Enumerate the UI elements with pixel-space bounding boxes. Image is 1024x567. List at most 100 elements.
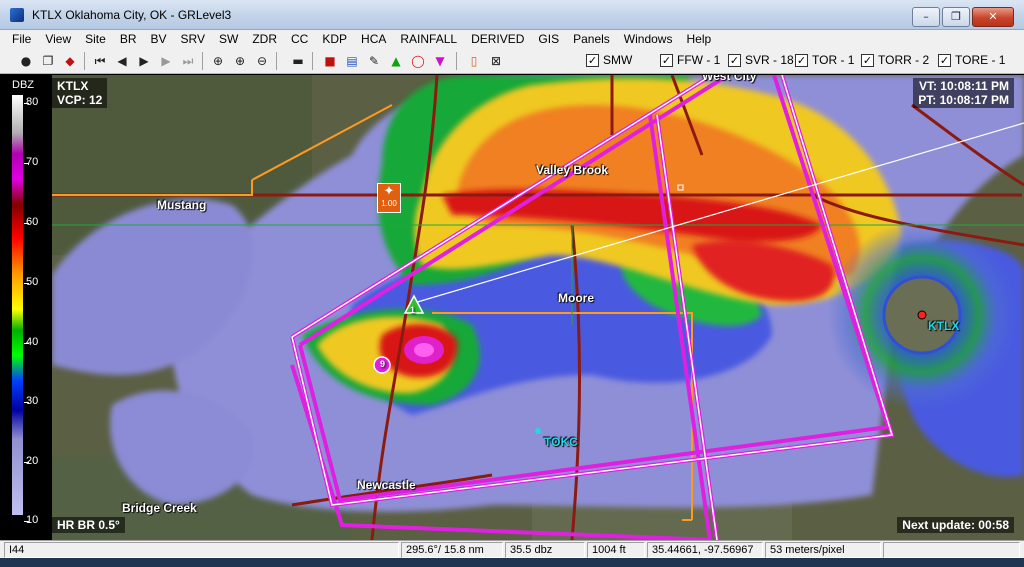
copy-icon[interactable]: ❐ <box>40 53 56 69</box>
minimize-button[interactable]: – <box>912 7 940 27</box>
scale-tick: 80 <box>26 96 39 108</box>
menu-br[interactable]: BR <box>120 32 137 46</box>
tore-label: TORE - 1 <box>955 53 1006 67</box>
checkbox-icon[interactable]: ✓ <box>795 53 808 67</box>
menu-hca[interactable]: HCA <box>361 32 386 46</box>
menu-bar: File View Site BR BV SRV SW ZDR CC KDP H… <box>0 30 1024 48</box>
product-time: PT: 10:08:17 PM <box>918 93 1009 107</box>
step-back-icon[interactable]: ◀ <box>114 53 130 69</box>
tokc-site-marker[interactable] <box>535 428 541 434</box>
scale-tick: 30 <box>26 395 39 407</box>
checkbox-icon[interactable]: ✓ <box>660 53 673 67</box>
meso-id: 1 <box>410 305 416 315</box>
scale-tick: 70 <box>26 156 39 168</box>
storm-circle-icon[interactable]: ◯ <box>410 53 426 69</box>
app-icon <box>10 8 24 22</box>
zoom-out-icon[interactable]: ⊖ <box>254 53 270 69</box>
menu-derived[interactable]: DERIVED <box>471 32 524 46</box>
menu-panels[interactable]: Panels <box>573 32 610 46</box>
menu-windows[interactable]: Windows <box>624 32 673 46</box>
scale-tick: 40 <box>26 336 39 348</box>
menu-bv[interactable]: BV <box>151 32 167 46</box>
status-road: I44 <box>4 542 399 558</box>
scale-tick: 50 <box>26 276 39 288</box>
pencil-icon[interactable]: ✎ <box>366 53 382 69</box>
svr-toggle[interactable]: ✓ SVR - 18 <box>728 53 794 67</box>
status-azimuth-range: 295.6°/ 15.8 nm <box>401 542 503 558</box>
status-extra <box>883 542 1020 558</box>
radar-map[interactable]: ✦ 1.00 1 9 Mustang Valley Brook Moore TO… <box>52 75 1024 540</box>
radar-map-canvas <box>52 75 1024 540</box>
record-icon[interactable]: ● <box>18 53 34 69</box>
place-tokc: TOKC <box>544 435 578 449</box>
alert-icon[interactable]: ◆ <box>62 53 78 69</box>
settings-icon[interactable]: ⊠ <box>488 53 504 69</box>
menu-cc[interactable]: CC <box>291 32 308 46</box>
close-button[interactable]: ✕ <box>972 7 1014 27</box>
storm-report-marker[interactable]: ✦ 1.00 <box>377 183 401 213</box>
menu-view[interactable]: View <box>45 32 71 46</box>
svr-label: SVR - 18 <box>745 53 794 67</box>
place-ktlx: KTLX <box>928 319 960 333</box>
menu-rainfall[interactable]: RAINFALL <box>400 32 457 46</box>
window-title: KTLX Oklahoma City, OK - GRLevel3 <box>32 8 232 22</box>
menu-zdr[interactable]: ZDR <box>252 32 277 46</box>
window-controls: – ❐ ✕ <box>912 7 1014 27</box>
place-west-city: West City <box>702 75 757 83</box>
zoom-fit-icon[interactable]: ⊕ <box>210 53 226 69</box>
torr-label: TORR - 2 <box>878 53 930 67</box>
zoom-in-icon[interactable]: ⊕ <box>232 53 248 69</box>
checkbox-icon[interactable]: ✓ <box>861 53 874 67</box>
place-bridge-creek: Bridge Creek <box>122 501 197 515</box>
menu-srv[interactable]: SRV <box>181 32 205 46</box>
scale-tick: 10 <box>26 514 39 526</box>
product-label: HR BR 0.5° <box>52 517 125 533</box>
scale-unit: DBZ <box>12 79 34 91</box>
status-bar: I44 295.6°/ 15.8 nm 35.5 dbz 1004 ft 35.… <box>0 540 1024 558</box>
ffw-toggle[interactable]: ✓ FFW - 1 <box>660 53 720 67</box>
menu-kdp[interactable]: KDP <box>322 32 347 46</box>
menu-gis[interactable]: GIS <box>538 32 559 46</box>
place-mustang: Mustang <box>157 198 207 212</box>
star-icon: ✦ <box>383 184 395 199</box>
status-value: 35.5 dbz <box>505 542 585 558</box>
warnings-icon[interactable]: ■ <box>322 53 338 69</box>
storm-marker-value: 1.00 <box>381 199 397 208</box>
color-scale-bar <box>12 95 23 515</box>
panel-icon[interactable]: ▬ <box>290 53 306 69</box>
ffw-label: FFW - 1 <box>677 53 721 67</box>
tor-toggle[interactable]: ✓ TOR - 1 <box>795 53 854 67</box>
os-taskbar <box>0 558 1024 567</box>
checkbox-icon[interactable]: ✓ <box>586 53 599 67</box>
play-icon[interactable]: ▶ <box>136 53 152 69</box>
title-bar: KTLX Oklahoma City, OK - GRLevel3 – ❐ ✕ <box>0 0 1024 30</box>
menu-file[interactable]: File <box>12 32 31 46</box>
place-newcastle: Newcastle <box>357 478 416 492</box>
scale-tick: 60 <box>26 216 39 228</box>
torr-toggle[interactable]: ✓ TORR - 2 <box>861 53 929 67</box>
meso-triangle-icon[interactable]: ▲ <box>388 53 404 69</box>
checkbox-icon[interactable]: ✓ <box>938 53 951 67</box>
first-frame-icon[interactable]: ⏮ <box>92 53 108 69</box>
valid-time: VT: 10:08:11 PM <box>918 79 1009 93</box>
tor-label: TOR - 1 <box>812 53 855 67</box>
smw-label: SMW <box>603 53 633 67</box>
tore-toggle[interactable]: ✓ TORE - 1 <box>938 53 1005 67</box>
tvs-id: 9 <box>380 359 386 369</box>
reflectivity-icon[interactable]: ▯ <box>466 53 482 69</box>
smw-toggle[interactable]: ✓ SMW <box>586 53 632 67</box>
menu-sw[interactable]: SW <box>219 32 238 46</box>
toolbar: ● ❐ ◆ ⏮ ◀ ▶ ▶ ⏭ ⊕ ⊕ ⊖ ▬ ■ ▤ ✎ ▲ ◯ ▼ ▯ ⊠ … <box>0 48 1024 74</box>
layers-icon[interactable]: ▤ <box>344 53 360 69</box>
menu-site[interactable]: Site <box>85 32 106 46</box>
ktlx-site-marker[interactable] <box>917 310 927 320</box>
step-forward-icon[interactable]: ▶ <box>158 53 174 69</box>
tvs-triangle-icon[interactable]: ▼ <box>432 53 448 69</box>
status-height: 1004 ft <box>587 542 645 558</box>
restore-button[interactable]: ❐ <box>942 7 970 27</box>
menu-help[interactable]: Help <box>686 32 711 46</box>
place-moore: Moore <box>558 291 594 305</box>
last-frame-icon[interactable]: ⏭ <box>180 53 196 69</box>
checkbox-icon[interactable]: ✓ <box>728 53 741 67</box>
status-latlon: 35.44661, -97.56967 <box>647 542 763 558</box>
